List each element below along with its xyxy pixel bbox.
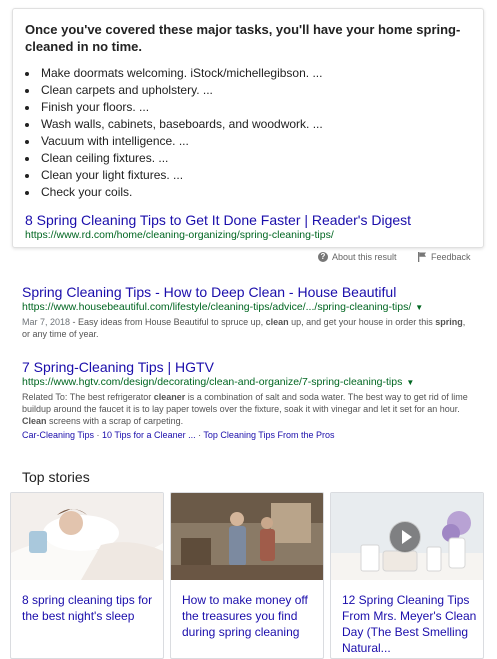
result-description: Related To: The best refrigerator cleane… [22, 391, 472, 427]
list-item: Check your coils. [39, 184, 471, 201]
top-stories-heading: Top stories [22, 469, 90, 485]
snippet-source-link[interactable]: 8 Spring Cleaning Tips to Get It Done Fa… [25, 211, 471, 229]
list-item: Clean your light fixtures. ... [39, 167, 471, 184]
result-title-link[interactable]: 7 Spring-Cleaning Tips | HGTV [22, 358, 472, 376]
snippet-list: Make doormats welcoming. iStock/michelle… [25, 65, 471, 201]
result-url: https://www.housebeautiful.com/lifestyle… [22, 301, 472, 314]
story-card[interactable]: How to make money off the treasures you … [170, 492, 324, 659]
sitelinks: Car-Cleaning Tips · 10 Tips for a Cleane… [22, 429, 472, 441]
story-title: How to make money off the treasures you … [182, 593, 308, 639]
result-description: Mar 7, 2018 - Easy ideas from House Beau… [22, 316, 472, 340]
search-result: Spring Cleaning Tips - How to Deep Clean… [22, 283, 472, 340]
top-stories-carousel: 8 spring cleaning tips for the best nigh… [10, 492, 487, 659]
result-url: https://www.hgtv.com/design/decorating/c… [22, 376, 472, 389]
desc-highlight: clean [265, 317, 289, 327]
story-title: 8 spring cleaning tips for the best nigh… [22, 593, 153, 623]
snippet-source-url: https://www.rd.com/home/cleaning-organiz… [25, 229, 334, 241]
story-title: 12 Spring Cleaning Tips From Mrs. Meyer'… [342, 593, 477, 655]
desc-highlight: cleaner [153, 392, 186, 402]
help-circle-icon: ? [318, 252, 328, 262]
feedback-link[interactable]: Feedback [418, 252, 471, 262]
desc-text: Related To: The best refrigerator [22, 392, 154, 402]
result-date: Mar 7, 2018 [22, 317, 71, 327]
caret-down-icon[interactable]: ▼ [406, 378, 414, 387]
feedback-label: Feedback [431, 252, 471, 262]
desc-text: up, and get your house in order this [288, 317, 436, 327]
result-url-text: https://www.housebeautiful.com/lifestyle… [22, 301, 412, 313]
caret-down-icon[interactable]: ▼ [415, 303, 423, 312]
featured-snippet: Once you've covered these major tasks, y… [12, 8, 484, 248]
flag-icon [418, 252, 426, 262]
snippet-meta-row: ? About this result Feedback [0, 252, 484, 264]
list-item: Vacuum with intelligence. ... [39, 133, 471, 150]
story-card[interactable]: 12 Spring Cleaning Tips From Mrs. Meyer'… [330, 492, 484, 659]
sitelink-separator: · [94, 430, 103, 440]
desc-text: - Easy ideas from House Beautiful to spr… [70, 317, 266, 327]
result-url-text: https://www.hgtv.com/design/decorating/c… [22, 376, 403, 388]
desc-text: screens with a scrap of carpeting. [46, 416, 184, 426]
search-result: 7 Spring-Cleaning Tips | HGTV https://ww… [22, 358, 472, 441]
story-thumbnail [11, 493, 163, 580]
about-this-result[interactable]: ? About this result [318, 252, 397, 262]
list-item: Make doormats welcoming. iStock/michelle… [39, 65, 471, 82]
play-icon[interactable] [389, 521, 421, 553]
list-item: Finish your floors. ... [39, 99, 471, 116]
list-item: Clean ceiling fixtures. ... [39, 150, 471, 167]
desc-highlight: spring [435, 317, 463, 327]
sitelink[interactable]: Car-Cleaning Tips [22, 430, 94, 440]
snippet-heading: Once you've covered these major tasks, y… [25, 22, 461, 54]
about-label: About this result [332, 252, 397, 262]
list-item: Wash walls, cabinets, baseboards, and wo… [39, 116, 471, 133]
story-thumbnail [171, 493, 323, 580]
list-item: Clean carpets and upholstery. ... [39, 82, 471, 99]
sitelink[interactable]: Top Cleaning Tips From the Pros [203, 430, 334, 440]
sitelink[interactable]: 10 Tips for a Cleaner ... [102, 430, 196, 440]
desc-highlight: Clean [22, 416, 47, 426]
result-title-link[interactable]: Spring Cleaning Tips - How to Deep Clean… [22, 283, 472, 301]
story-card[interactable]: 8 spring cleaning tips for the best nigh… [10, 492, 164, 659]
